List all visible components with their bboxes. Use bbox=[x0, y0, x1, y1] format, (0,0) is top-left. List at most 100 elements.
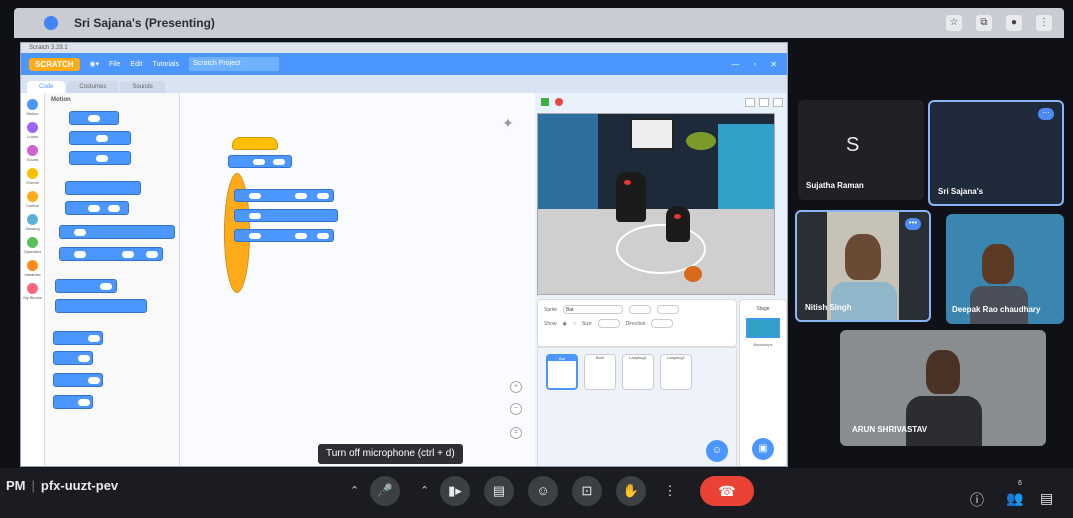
green-flag-icon[interactable] bbox=[541, 98, 549, 106]
zoom-in-icon[interactable]: + bbox=[510, 381, 522, 393]
category-my-blocks[interactable]: My Blocks bbox=[21, 283, 44, 300]
show-hidden-icon[interactable]: ○ bbox=[573, 321, 576, 327]
block-turn-left[interactable] bbox=[69, 151, 131, 165]
menu-tutorials[interactable]: Tutorials bbox=[152, 61, 179, 68]
globe-icon[interactable]: ◉▾ bbox=[90, 60, 100, 68]
bat-sprite-2[interactable] bbox=[666, 206, 690, 242]
stop-icon[interactable] bbox=[555, 98, 563, 106]
category-operators[interactable]: Operators bbox=[21, 237, 44, 254]
script-glide-2[interactable] bbox=[234, 209, 338, 222]
participant-tile-deepak[interactable]: Deepak Rao chaudhary bbox=[946, 214, 1064, 324]
camera-options-chevron-icon[interactable]: ⌃ bbox=[420, 484, 429, 497]
zoom-reset-icon[interactable]: = bbox=[510, 427, 522, 439]
project-title-input[interactable]: Scratch Project bbox=[189, 57, 280, 71]
meeting-code[interactable]: pfx-uuzt-pev bbox=[41, 478, 118, 493]
end-call-icon[interactable]: ☎ bbox=[700, 476, 754, 506]
star-icon[interactable]: ☆ bbox=[946, 15, 962, 31]
script-area[interactable]: ✦ + − = bbox=[180, 93, 535, 466]
sprite-name-input[interactable]: Bat bbox=[563, 305, 624, 314]
block-point-direction[interactable] bbox=[55, 279, 117, 293]
kebab-menu-icon[interactable]: ⋮ bbox=[1036, 15, 1052, 31]
block-set-x[interactable] bbox=[53, 351, 93, 365]
captions-icon[interactable]: ▤ bbox=[484, 476, 514, 506]
block-glide-to[interactable] bbox=[59, 225, 175, 239]
normal-stage-icon[interactable] bbox=[759, 97, 769, 107]
sprite-card-ladybug1[interactable]: Ladybug1 bbox=[622, 354, 654, 390]
tab-code[interactable]: Code bbox=[27, 81, 66, 93]
stage-canvas[interactable] bbox=[537, 113, 775, 295]
ladybug-sprite-1[interactable] bbox=[686, 132, 716, 150]
sprite-card-bat2[interactable]: Bat2 bbox=[584, 354, 616, 390]
present-icon[interactable]: ⊡ bbox=[572, 476, 602, 506]
block-palette: Motion bbox=[45, 93, 180, 466]
block-go-to-xy[interactable] bbox=[65, 201, 129, 215]
bat-sprite-1[interactable] bbox=[616, 172, 646, 222]
close-icon[interactable]: ✕ bbox=[770, 60, 777, 69]
block-set-y[interactable] bbox=[53, 395, 93, 409]
block-change-x[interactable] bbox=[53, 331, 103, 345]
backdrop-thumbnail[interactable] bbox=[746, 318, 780, 338]
emoji-icon[interactable]: ☺ bbox=[528, 476, 558, 506]
tab-sounds[interactable]: Sounds bbox=[120, 81, 165, 93]
sprite-list: Bat Bat2 Ladybug1 Ladybug2 ☺ bbox=[537, 347, 737, 466]
minimize-icon[interactable]: — bbox=[731, 60, 739, 69]
maximize-icon[interactable]: ▫ bbox=[753, 60, 756, 69]
chat-icon[interactable]: ▤ bbox=[1040, 490, 1053, 507]
info-icon[interactable]: ⓘ bbox=[970, 490, 984, 510]
participant-tile-nitish[interactable]: ••• Nitish Singh bbox=[795, 210, 931, 322]
script-go-to-xy[interactable] bbox=[228, 155, 292, 168]
people-icon[interactable]: 👥 bbox=[1006, 490, 1023, 507]
script-glide-1[interactable] bbox=[234, 189, 334, 202]
sprite-ghost-icon: ✦ bbox=[502, 115, 514, 131]
ladybug-sprite-2[interactable] bbox=[684, 266, 702, 282]
mic-icon[interactable]: 🎤 bbox=[370, 476, 400, 506]
category-looks[interactable]: Looks bbox=[21, 122, 44, 139]
direction-label: Direction bbox=[625, 320, 646, 327]
size-input[interactable] bbox=[597, 319, 620, 328]
category-sensing[interactable]: Sensing bbox=[21, 214, 44, 231]
speaking-indicator-icon: ⋯ bbox=[1038, 108, 1054, 120]
category-variables[interactable]: Variables bbox=[21, 260, 44, 277]
participant-name: Sujatha Raman bbox=[806, 181, 864, 190]
menu-edit[interactable]: Edit bbox=[130, 61, 142, 68]
mic-options-chevron-icon[interactable]: ⌃ bbox=[350, 484, 359, 497]
fullscreen-icon[interactable] bbox=[773, 97, 783, 107]
participant-tile-sujatha[interactable]: S Sujatha Raman bbox=[798, 100, 924, 200]
category-events[interactable]: Events bbox=[21, 168, 44, 185]
script-glide-3[interactable] bbox=[234, 229, 334, 242]
frame-icon[interactable]: ⧉ bbox=[976, 15, 992, 31]
direction-input[interactable] bbox=[651, 319, 674, 328]
more-icon[interactable]: ⋮ bbox=[662, 476, 678, 506]
category-motion[interactable]: Motion bbox=[21, 99, 44, 116]
stage-panel[interactable]: Stage Backdrops ▣ bbox=[739, 299, 787, 466]
meet-logo-icon bbox=[44, 16, 58, 30]
more-options-icon[interactable]: ••• bbox=[905, 218, 921, 230]
sprite-card-bat[interactable]: Bat bbox=[546, 354, 578, 390]
choose-sprite-button[interactable]: ☺ bbox=[706, 440, 728, 462]
profile-icon[interactable]: ● bbox=[1006, 15, 1022, 31]
category-control[interactable]: Control bbox=[21, 191, 44, 208]
tab-costumes[interactable]: Costumes bbox=[67, 81, 119, 93]
participant-tile-arun[interactable]: ARUN SHRIVASTAV bbox=[840, 330, 1046, 446]
sprite-card-ladybug2[interactable]: Ladybug2 bbox=[660, 354, 692, 390]
x-field[interactable] bbox=[629, 305, 652, 314]
scratch-logo[interactable]: SCRATCH bbox=[29, 57, 80, 71]
block-go-to[interactable] bbox=[65, 181, 141, 195]
participant-tile-sri-sajana[interactable]: ⋯ Sri Sajana's bbox=[928, 100, 1064, 206]
zoom-out-icon[interactable]: − bbox=[510, 403, 522, 415]
when-flag-clicked-block[interactable] bbox=[232, 137, 278, 150]
menu-file[interactable]: File bbox=[109, 61, 120, 68]
block-glide-to-xy[interactable] bbox=[59, 247, 163, 261]
block-point-towards[interactable] bbox=[55, 299, 147, 313]
small-stage-icon[interactable] bbox=[745, 97, 755, 107]
separator: | bbox=[31, 478, 35, 493]
block-change-y[interactable] bbox=[53, 373, 103, 387]
y-field[interactable] bbox=[657, 305, 680, 314]
choose-backdrop-button[interactable]: ▣ bbox=[752, 438, 774, 460]
category-sound[interactable]: Sound bbox=[21, 145, 44, 162]
block-move[interactable] bbox=[69, 111, 119, 125]
show-visible-icon[interactable]: ◉ bbox=[563, 321, 567, 327]
raise-hand-icon[interactable]: ✋ bbox=[616, 476, 646, 506]
block-turn-right[interactable] bbox=[69, 131, 131, 145]
camera-icon[interactable]: ▮▸ bbox=[440, 476, 470, 506]
